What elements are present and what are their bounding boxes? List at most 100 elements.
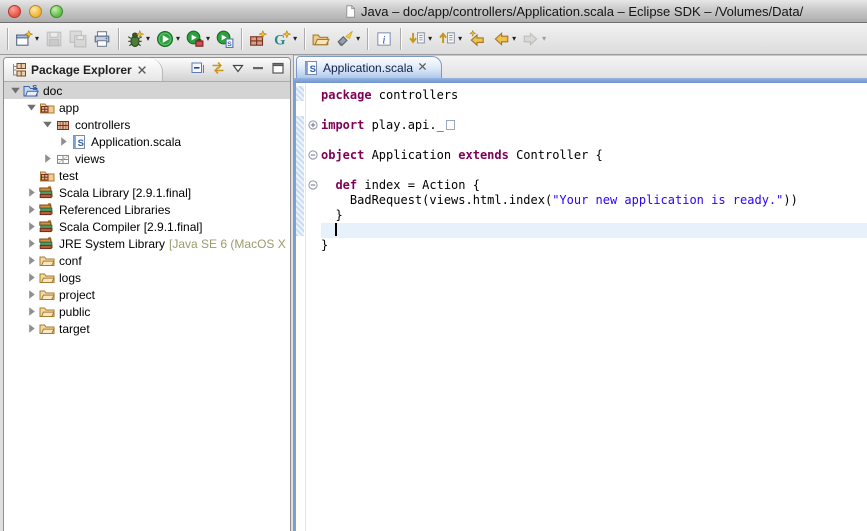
tree-expand-arrow[interactable] xyxy=(41,152,54,165)
next-annotation-button[interactable]: ▾ xyxy=(406,26,434,52)
link-with-editor-icon[interactable] xyxy=(210,60,226,76)
dropdown-arrow-icon[interactable]: ▾ xyxy=(146,35,150,43)
tree-expand-arrow[interactable] xyxy=(25,288,38,301)
code-line-11[interactable]: } xyxy=(321,238,867,253)
folding-ruler[interactable] xyxy=(306,83,321,531)
search-button[interactable]: ▾ xyxy=(334,26,362,52)
code-line-9[interactable]: } xyxy=(321,208,867,223)
maximize-icon[interactable] xyxy=(270,60,286,76)
view-menu-icon[interactable] xyxy=(230,60,246,76)
new-class-button[interactable]: G▾ xyxy=(271,26,299,52)
document-icon[interactable] xyxy=(344,4,357,19)
tree-item-application-scala[interactable]: SApplication.scala xyxy=(4,133,290,150)
tree-item-referenced-libraries[interactable]: Referenced Libraries xyxy=(4,201,290,218)
code-line-1[interactable]: package controllers xyxy=(321,88,867,103)
fold-collapse-icon[interactable] xyxy=(308,180,318,190)
tree-item-controllers[interactable]: controllers xyxy=(4,116,290,133)
tree-expand-arrow[interactable] xyxy=(25,271,38,284)
code-editor[interactable]: package controllers import play.api._obje… xyxy=(321,83,867,531)
code-line-10[interactable] xyxy=(321,223,867,238)
tree-item-app[interactable]: app xyxy=(4,99,290,116)
fold-expand-icon[interactable] xyxy=(308,120,318,130)
dropdown-arrow-icon[interactable]: ▾ xyxy=(356,35,360,43)
tree-item-conf[interactable]: conf xyxy=(4,252,290,269)
tree-item-logs[interactable]: logs xyxy=(4,269,290,286)
tree-expand-arrow[interactable] xyxy=(41,118,54,131)
dropdown-arrow-icon[interactable]: ▾ xyxy=(35,35,39,43)
tree-item-target[interactable]: target xyxy=(4,320,290,337)
dropdown-arrow-icon[interactable]: ▾ xyxy=(512,35,516,43)
tree-expand-arrow[interactable] xyxy=(25,305,38,318)
dropdown-arrow-icon[interactable]: ▾ xyxy=(293,35,297,43)
tree-expand-arrow[interactable] xyxy=(25,186,38,199)
tree-item-scala-compiler-2-9-1-final[interactable]: Scala Compiler [2.9.1.final] xyxy=(4,218,290,235)
minimize-window-button[interactable] xyxy=(29,5,42,18)
open-resource-button[interactable] xyxy=(310,26,332,52)
tree-expand-arrow[interactable] xyxy=(25,220,38,233)
code-token: package xyxy=(321,88,372,102)
dropdown-arrow-icon[interactable]: ▾ xyxy=(176,35,180,43)
run-button[interactable]: ▾ xyxy=(154,26,182,52)
code-line-2[interactable] xyxy=(321,103,867,118)
tree-item-scala-library-2-9-1-final[interactable]: Scala Library [2.9.1.final] xyxy=(4,184,290,201)
tree-expand-arrow[interactable] xyxy=(25,203,38,216)
package-explorer-title: Package Explorer xyxy=(31,63,132,77)
titlebar[interactable]: Java – doc/app/controllers/Application.s… xyxy=(0,0,867,23)
tree-item-public[interactable]: public xyxy=(4,303,290,320)
save-icon xyxy=(45,30,63,48)
back-icon xyxy=(492,30,510,48)
tree-expand-arrow[interactable] xyxy=(25,101,38,114)
run-icon xyxy=(156,30,174,48)
run-external-tools-button[interactable]: ▾ xyxy=(184,26,212,52)
code-line-5[interactable]: object Application extends Controller { xyxy=(321,148,867,163)
tree-item-views[interactable]: views xyxy=(4,150,290,167)
code-line-3[interactable]: import play.api._ xyxy=(321,118,867,133)
zoom-window-button[interactable] xyxy=(50,5,63,18)
tree-item-doc[interactable]: Sdoc xyxy=(4,82,290,99)
code-token: controllers xyxy=(372,88,459,102)
dropdown-arrow-icon[interactable]: ▾ xyxy=(542,35,546,43)
toggle-mark-occurrences-button[interactable]: i xyxy=(373,26,395,52)
new-package-button[interactable] xyxy=(247,26,269,52)
close-icon[interactable] xyxy=(136,62,152,78)
dropdown-arrow-icon[interactable]: ▾ xyxy=(206,35,210,43)
code-line-8[interactable]: BadRequest(views.html.index("Your new ap… xyxy=(321,193,867,208)
new-wizard-icon xyxy=(15,30,33,48)
fold-collapse-icon[interactable] xyxy=(308,150,318,160)
dropdown-arrow-icon[interactable]: ▾ xyxy=(458,35,462,43)
tree-expand-arrow[interactable] xyxy=(25,322,38,335)
tree-expand-arrow[interactable] xyxy=(25,254,38,267)
tree-item-label: Scala Compiler [2.9.1.final] xyxy=(59,220,202,234)
code-token: def xyxy=(335,178,357,192)
tree-item-label: Scala Library [2.9.1.final] xyxy=(59,186,191,200)
tree-expand-arrow[interactable] xyxy=(9,84,22,97)
folder-icon xyxy=(39,321,55,337)
code-line-7[interactable]: def index = Action { xyxy=(321,178,867,193)
code-token: } xyxy=(321,238,328,252)
code-token: index = Action { xyxy=(357,178,480,192)
package-explorer-tab[interactable]: Package Explorer xyxy=(4,58,163,81)
toolbar-separator xyxy=(400,28,401,50)
tree-item-project[interactable]: project xyxy=(4,286,290,303)
tree-item-jre-system-library[interactable]: JRE System Library[Java SE 6 (MacOS X De… xyxy=(4,235,290,252)
tree-item-test[interactable]: test xyxy=(4,167,290,184)
close-window-button[interactable] xyxy=(8,5,21,18)
new-wizard-button[interactable]: ▾ xyxy=(13,26,41,52)
folded-region-box[interactable] xyxy=(446,120,455,130)
annotation-ruler[interactable] xyxy=(296,83,306,531)
back-button[interactable]: ▾ xyxy=(490,26,518,52)
code-line-4[interactable] xyxy=(321,133,867,148)
tree-expand-arrow[interactable] xyxy=(57,135,70,148)
run-as-scala-button[interactable]: S xyxy=(214,26,236,52)
previous-annotation-button[interactable]: ▾ xyxy=(436,26,464,52)
minimize-icon[interactable] xyxy=(250,60,266,76)
close-icon[interactable] xyxy=(417,60,433,76)
last-edit-location-button[interactable] xyxy=(466,26,488,52)
collapse-all-icon[interactable] xyxy=(190,60,206,76)
editor-tab-application-scala[interactable]: S Application.scala xyxy=(296,56,442,78)
debug-button[interactable]: ▾ xyxy=(124,26,152,52)
tree-expand-arrow[interactable] xyxy=(25,237,38,250)
dropdown-arrow-icon[interactable]: ▾ xyxy=(428,35,432,43)
code-line-6[interactable] xyxy=(321,163,867,178)
print-button[interactable] xyxy=(91,26,113,52)
